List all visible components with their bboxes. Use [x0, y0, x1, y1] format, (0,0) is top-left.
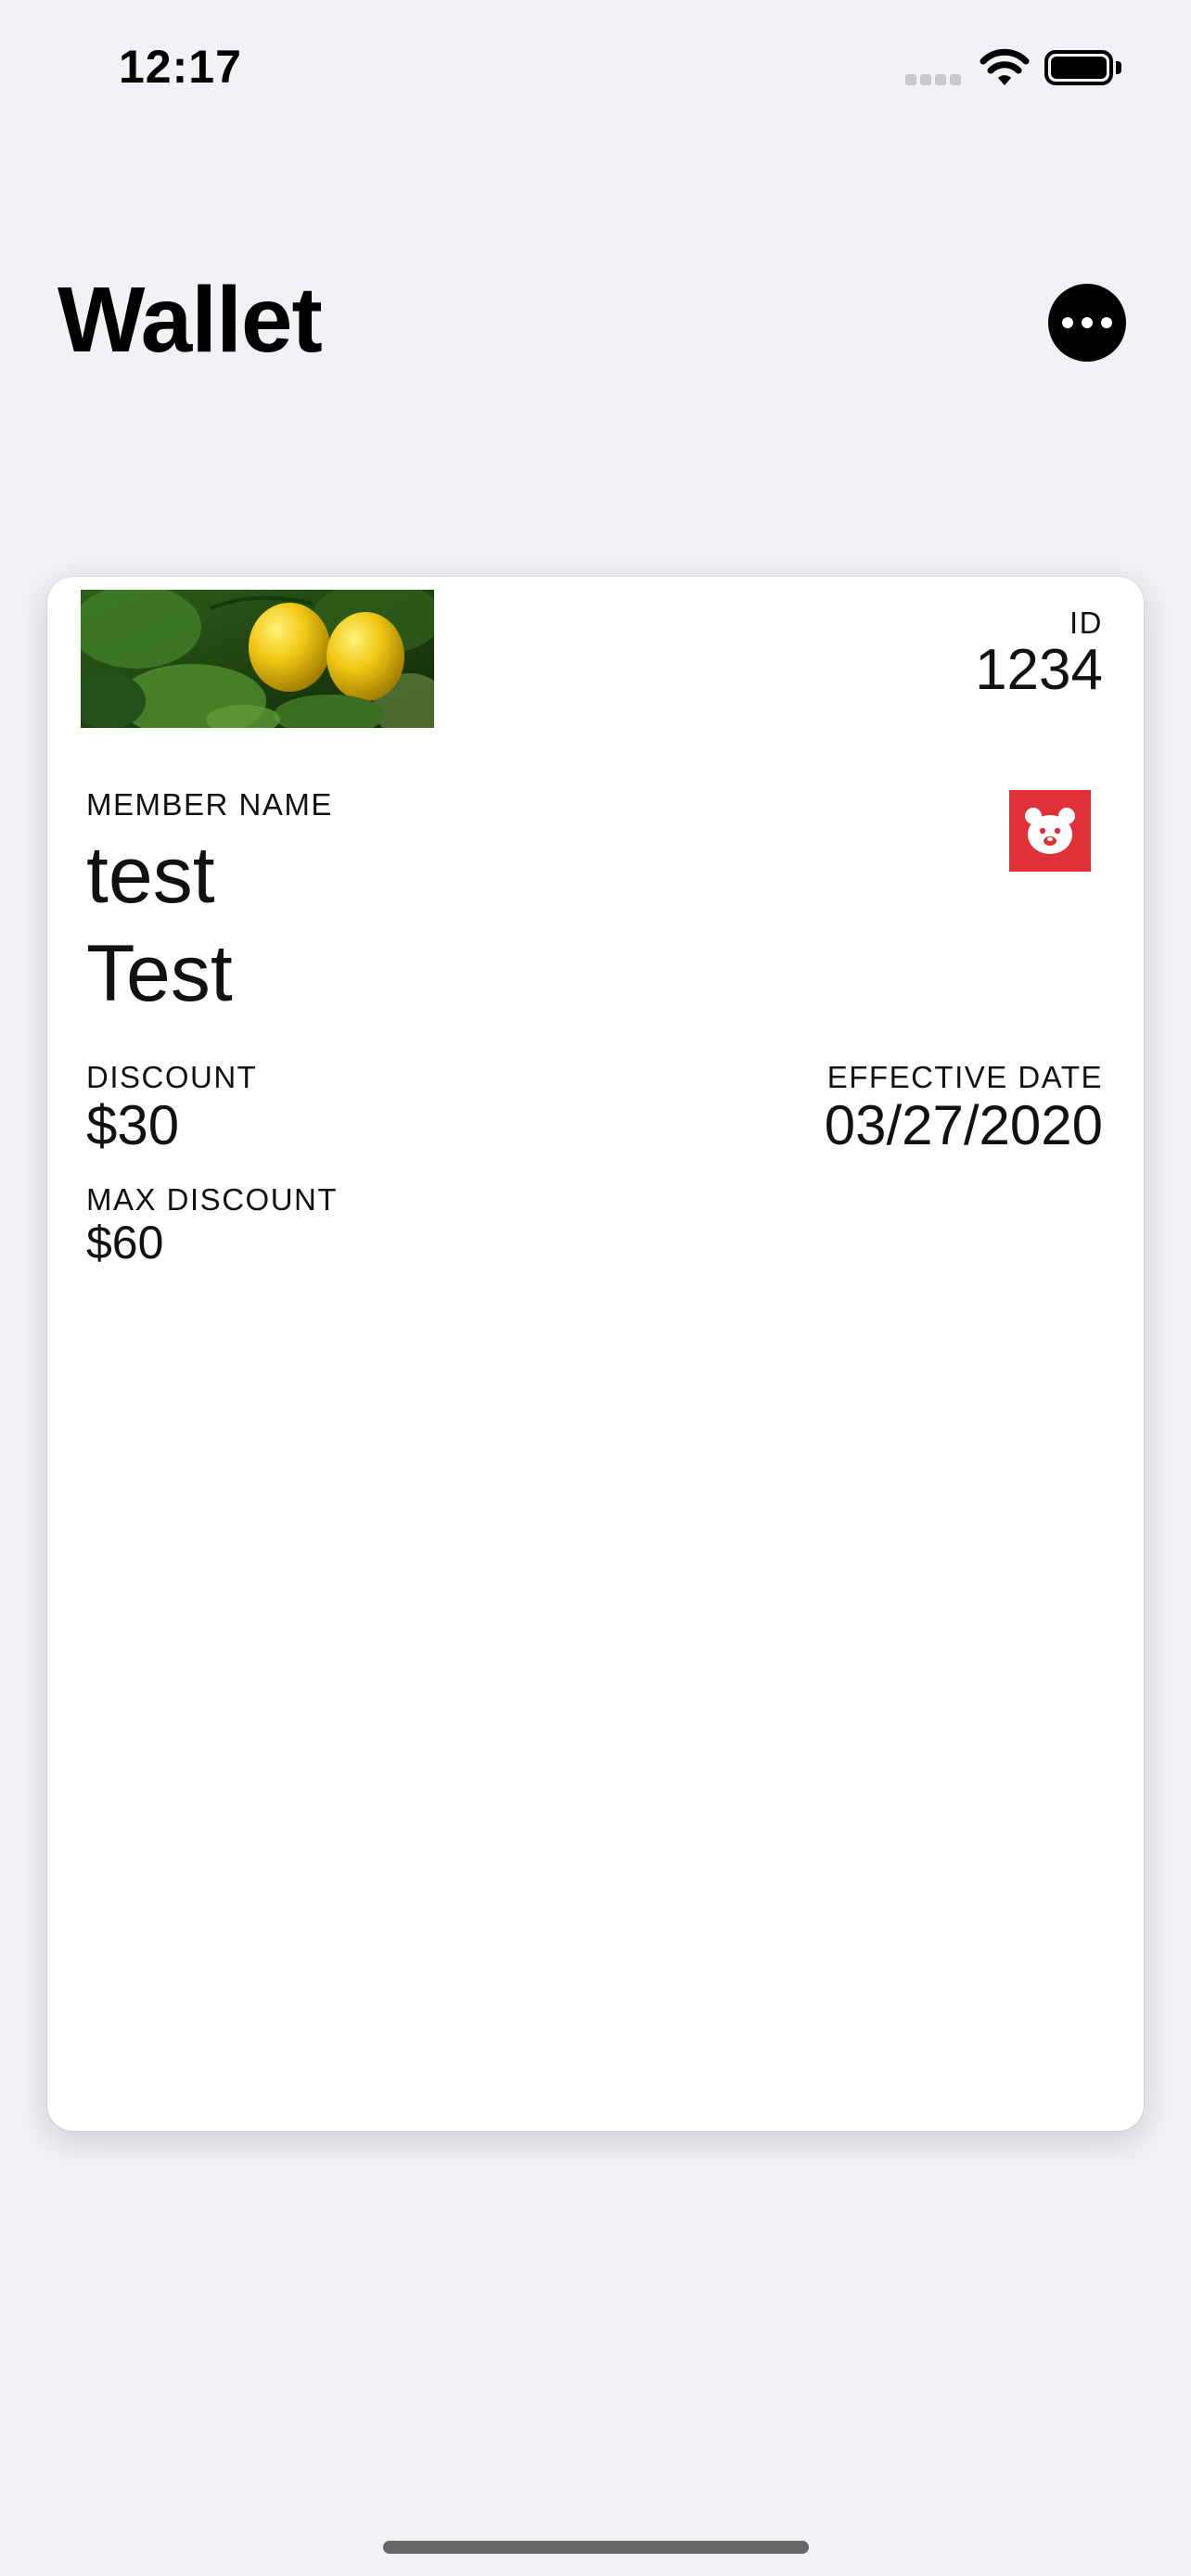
- pass-card[interactable]: ID 1234 MEMBER NAME test Test DISCOUNT $…: [47, 577, 1144, 2131]
- member-name-label: MEMBER NAME: [86, 787, 333, 822]
- member-name-last: Test: [86, 929, 233, 1018]
- bear-logo-icon: [1009, 790, 1091, 872]
- signal-icon: [905, 74, 963, 85]
- more-options-button[interactable]: [1048, 284, 1126, 362]
- member-name-first: test: [86, 831, 215, 920]
- max-discount-value: $60: [86, 1217, 164, 1269]
- max-discount-label: MAX DISCOUNT: [86, 1182, 339, 1217]
- battery-icon: [1044, 50, 1113, 85]
- discount-value: $30: [86, 1094, 180, 1156]
- wifi-icon: [980, 48, 1030, 85]
- home-indicator[interactable]: [383, 2541, 809, 2554]
- lemons-photo: [81, 590, 434, 728]
- status-time: 12:17: [119, 41, 242, 93]
- page-title: Wallet: [58, 268, 323, 372]
- ellipsis-icon: [1062, 317, 1073, 328]
- effective-date-value: 03/27/2020: [824, 1094, 1103, 1156]
- effective-date-label: EFFECTIVE DATE: [826, 1060, 1103, 1094]
- id-value: 1234: [975, 638, 1103, 702]
- battery-cap: [1116, 61, 1121, 74]
- discount-label: DISCOUNT: [86, 1060, 258, 1094]
